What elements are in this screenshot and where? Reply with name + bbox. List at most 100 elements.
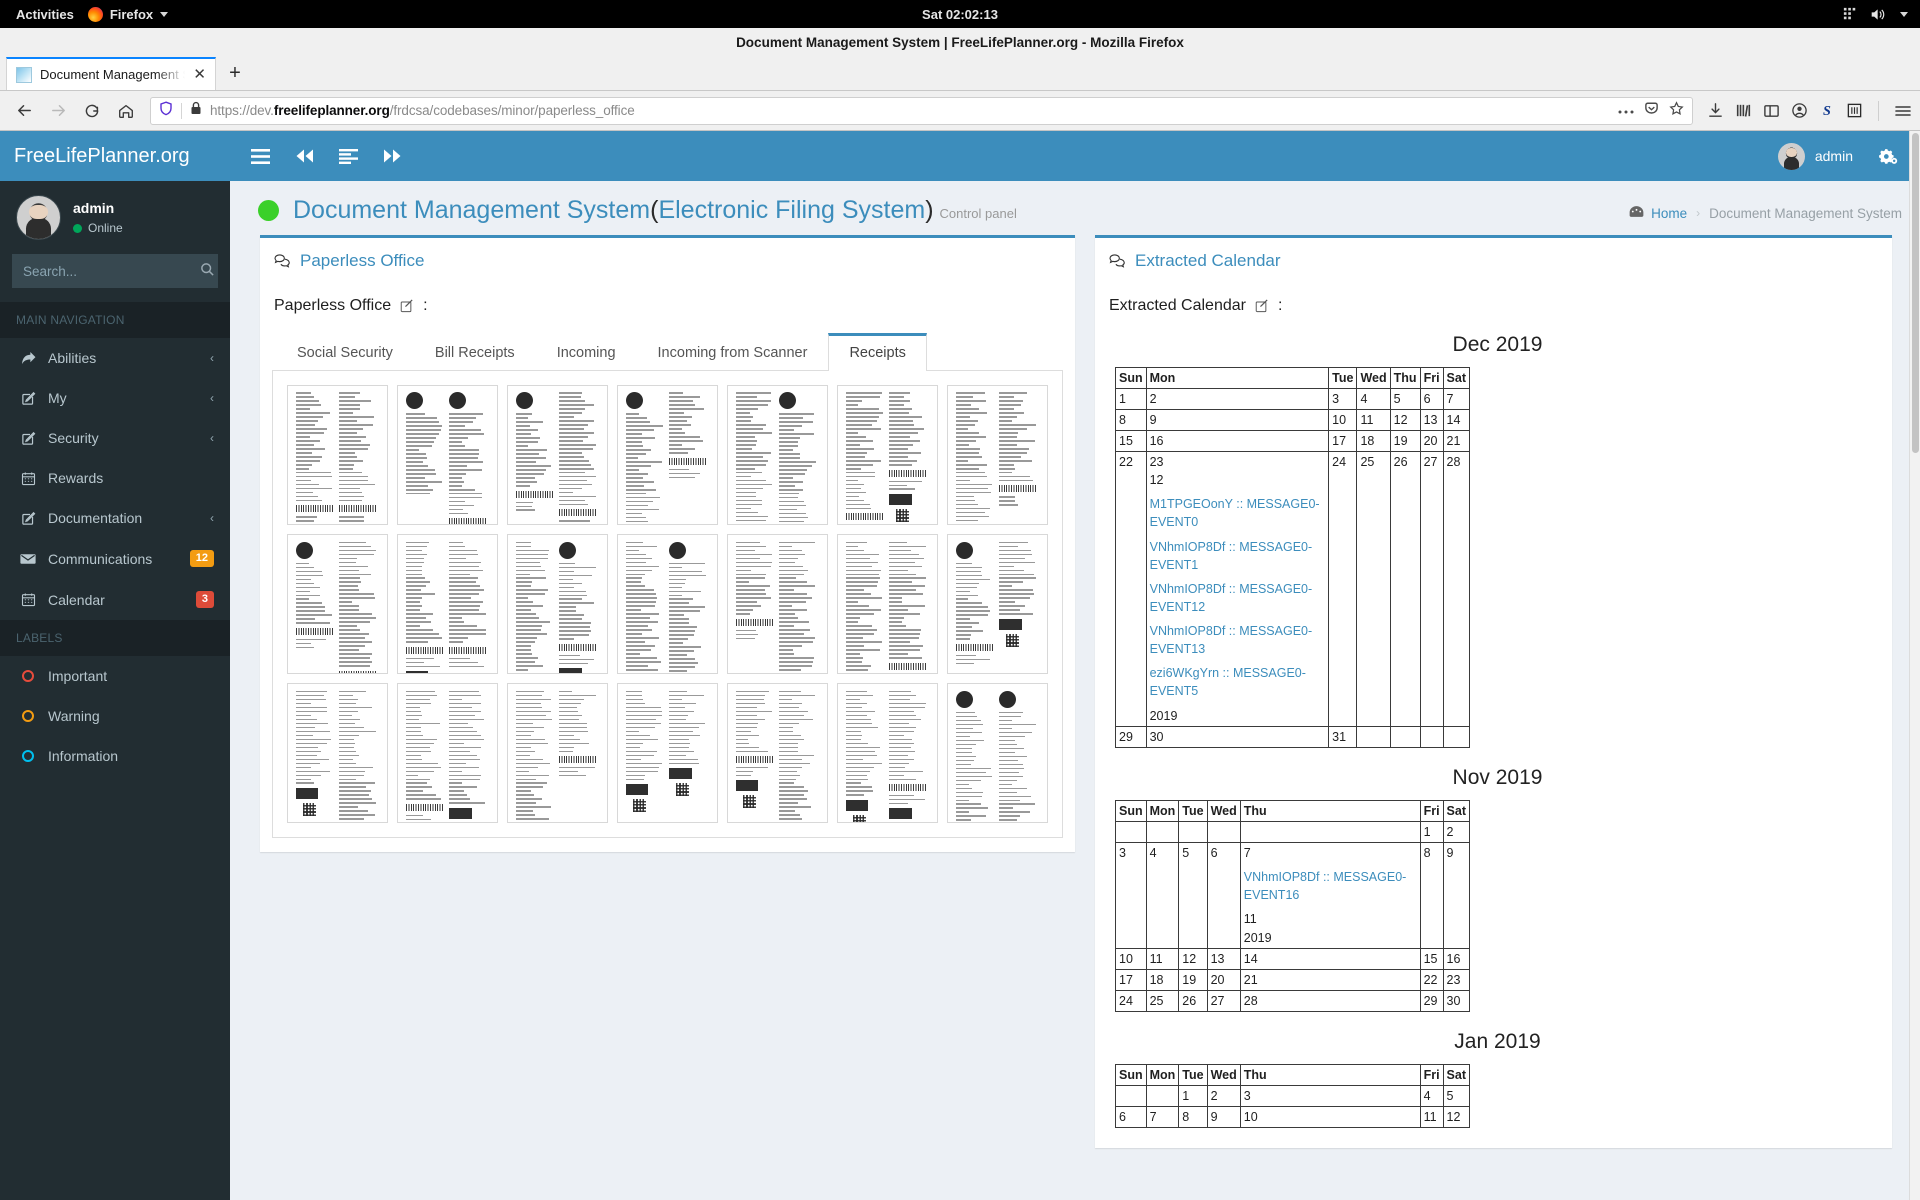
calendar-day-cell[interactable]: 13 (1206, 947, 1241, 970)
delete-extension-icon[interactable] (1846, 102, 1863, 119)
calendar-day-cell[interactable]: 22 (1115, 451, 1147, 727)
receipt-thumbnail[interactable] (837, 682, 938, 824)
calendar-day-cell[interactable]: 29 (1419, 989, 1444, 1013)
calendar-day-cell[interactable]: 27 (1419, 451, 1444, 727)
calendar-day-cell[interactable]: 19 (1178, 968, 1208, 991)
calendar-day-cell[interactable]: 11 (1145, 947, 1180, 970)
calendar-day-cell[interactable]: 8 (1419, 842, 1444, 949)
calendar-day-cell[interactable]: 3 (1328, 387, 1358, 410)
app-menu[interactable]: Firefox (87, 6, 169, 22)
search-input[interactable] (23, 263, 200, 279)
brand-logo[interactable]: FreeLifePlanner.org (0, 131, 230, 181)
page-scrollbar[interactable] (1909, 131, 1920, 1200)
calendar-day-cell[interactable]: 28 (1239, 989, 1421, 1013)
calendar-day-cell[interactable]: 25 (1356, 451, 1391, 727)
calendar-day-cell[interactable]: 24 (1328, 451, 1358, 727)
url-bar[interactable]: https://dev.freelifeplanner.org/frdcsa/c… (150, 96, 1693, 125)
receipt-thumbnail[interactable] (397, 682, 498, 824)
calendar-day-cell[interactable]: 28 (1442, 451, 1471, 727)
box-title[interactable]: Paperless Office (300, 251, 424, 271)
sidebar-label-important[interactable]: Important (0, 656, 230, 696)
calendar-day-cell[interactable] (1442, 725, 1471, 748)
calendar-day-cell[interactable]: 30 (1145, 725, 1330, 748)
calendar-day-cell[interactable]: 14 (1442, 408, 1471, 431)
calendar-event-link[interactable]: VNhmIOP8Df :: MESSAGE0-EVENT13 (1150, 622, 1326, 658)
calendar-day-cell[interactable]: 1 (1115, 387, 1147, 410)
calendar-day-cell[interactable]: 7 VNhmIOP8Df :: MESSAGE0-EVENT16 11 2019 (1239, 842, 1421, 949)
menu-icon[interactable] (1894, 103, 1912, 119)
calendar-event-link[interactable]: VNhmIOP8Df :: MESSAGE0-EVENT12 (1150, 580, 1326, 616)
sidebar-label-warning[interactable]: Warning (0, 696, 230, 736)
bookmark-star-icon[interactable] (1669, 100, 1684, 121)
calendar-day-cell[interactable]: 10 (1115, 947, 1147, 970)
search-button[interactable] (200, 262, 215, 280)
sidebar-item-communications[interactable]: Communications 12 (0, 538, 230, 579)
receipt-thumbnail[interactable] (507, 682, 608, 824)
receipt-thumbnail[interactable] (837, 384, 938, 525)
sidebar-item-rewards[interactable]: Rewards (0, 458, 230, 498)
calendar-day-cell[interactable] (1356, 725, 1391, 748)
receipt-thumbnail[interactable] (947, 533, 1048, 674)
calendar-day-cell[interactable] (1178, 820, 1208, 844)
accessibility-icon[interactable] (1843, 7, 1857, 21)
sidebar-icon[interactable] (1763, 103, 1780, 119)
calendar-day-cell[interactable]: 31 (1328, 725, 1358, 748)
calendar-day-cell[interactable]: 15 (1419, 947, 1444, 970)
align-left-icon[interactable] (326, 131, 370, 181)
calendar-day-cell[interactable]: 5 (1442, 1085, 1471, 1108)
downloads-icon[interactable] (1707, 102, 1724, 119)
calendar-day-cell[interactable]: 14 (1239, 947, 1421, 970)
calendar-day-cell[interactable]: 20 (1419, 429, 1444, 453)
volume-icon[interactable] (1870, 7, 1887, 22)
sidebar-item-documentation[interactable]: Documentation ‹ (0, 498, 230, 538)
calendar-day-cell[interactable]: 19 (1389, 429, 1421, 453)
receipt-thumbnail[interactable] (617, 682, 718, 824)
navbar-user-menu[interactable]: admin (1764, 142, 1867, 170)
sidebar-item-calendar[interactable]: Calendar 3 (0, 579, 230, 620)
calendar-day-cell[interactable]: 7 (1442, 387, 1471, 410)
calendar-day-cell[interactable] (1206, 820, 1241, 844)
receipt-thumbnail[interactable] (727, 682, 828, 824)
calendar-day-cell[interactable]: 29 (1115, 725, 1147, 748)
calendar-day-cell[interactable]: 12 (1178, 947, 1208, 970)
url-text[interactable]: https://dev.freelifeplanner.org/frdcsa/c… (210, 103, 1610, 118)
receipt-thumbnail[interactable] (397, 533, 498, 674)
home-icon[interactable] (110, 95, 142, 127)
sidebar-user-panel[interactable]: admin Online (0, 181, 230, 254)
calendar-day-cell[interactable]: 6 (1206, 842, 1241, 949)
calendar-day-cell[interactable]: 17 (1115, 968, 1147, 991)
activities-button[interactable]: Activities (0, 7, 88, 22)
calendar-day-cell[interactable]: 26 (1178, 989, 1208, 1013)
calendar-day-cell[interactable]: 16 (1145, 429, 1330, 453)
calendar-day-cell[interactable]: 7 (1145, 1106, 1180, 1129)
library-icon[interactable] (1735, 102, 1752, 119)
calendar-day-cell[interactable]: 17 (1328, 429, 1358, 453)
calendar-event-link[interactable]: VNhmIOP8Df :: MESSAGE0-EVENT16 (1244, 868, 1417, 904)
tab-incoming-from-scanner[interactable]: Incoming from Scanner (637, 333, 829, 371)
calendar-day-cell[interactable] (1239, 820, 1421, 844)
receipt-thumbnail[interactable] (397, 384, 498, 525)
calendar-day-cell[interactable]: 10 (1328, 408, 1358, 431)
browser-tab[interactable]: Document Management S ✕ (6, 57, 216, 90)
receipt-thumbnail[interactable] (507, 384, 608, 525)
calendar-day-cell[interactable]: 21 (1442, 429, 1471, 453)
receipt-thumbnail[interactable] (947, 384, 1048, 525)
clock[interactable]: Sat 02:02:13 (922, 7, 998, 22)
calendar-day-cell[interactable]: 18 (1356, 429, 1391, 453)
calendar-day-cell[interactable]: 4 (1356, 387, 1391, 410)
calendar-day-cell[interactable]: 21 (1239, 968, 1421, 991)
calendar-day-cell[interactable]: 8 (1115, 408, 1147, 431)
page-actions-icon[interactable] (1618, 102, 1634, 120)
fast-backward-icon[interactable] (282, 131, 326, 181)
calendar-day-cell[interactable]: 15 (1115, 429, 1147, 453)
calendar-day-cell[interactable]: 2 (1206, 1085, 1241, 1108)
s-extension-icon[interactable]: S (1819, 102, 1835, 119)
calendar-event-link[interactable]: M1TPGEOonY :: MESSAGE0-EVENT0 (1150, 495, 1326, 531)
calendar-day-cell[interactable]: 1 (1178, 1085, 1208, 1108)
calendar-day-cell[interactable]: 4 (1145, 842, 1180, 949)
sidebar-item-abilities[interactable]: Abilities ‹ (0, 338, 230, 378)
calendar-day-cell[interactable]: 22 (1419, 968, 1444, 991)
calendar-day-cell[interactable]: 30 (1442, 989, 1471, 1013)
calendar-day-cell[interactable]: 6 (1419, 387, 1444, 410)
system-status-area[interactable] (1843, 7, 1908, 22)
